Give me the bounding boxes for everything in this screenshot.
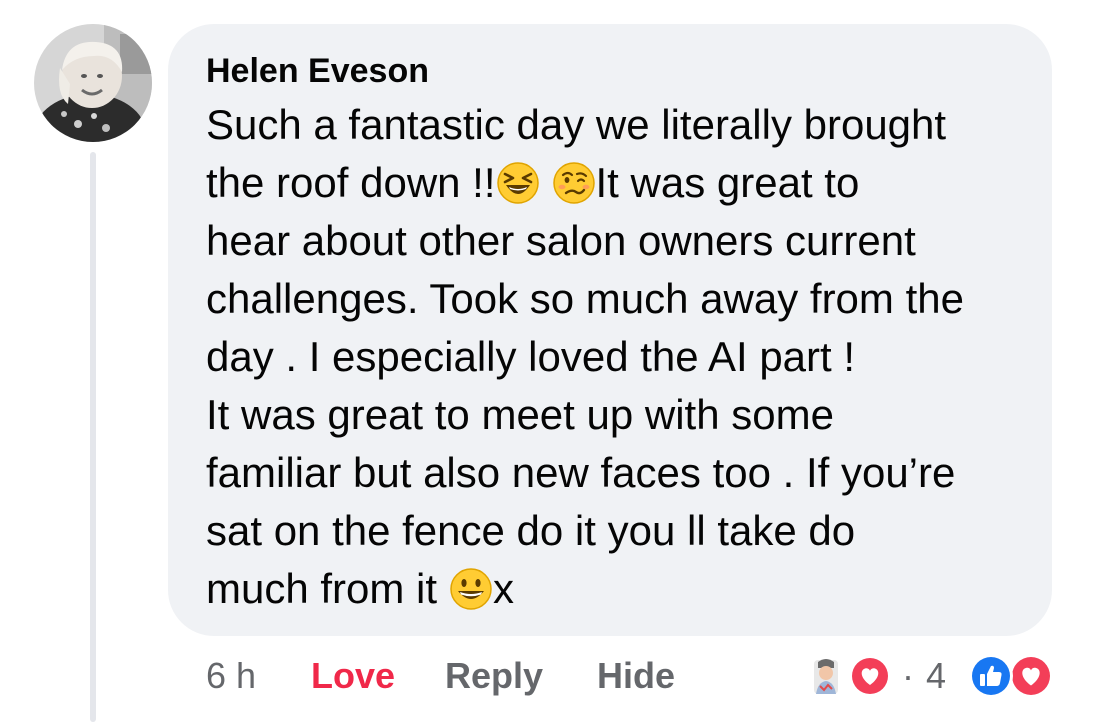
comment-line: challenges. Took so much away from the [206, 275, 964, 322]
commenter-avatar-image [34, 24, 152, 142]
reply-button[interactable]: Reply [445, 654, 543, 698]
thread-line [90, 152, 96, 722]
grinning-face-emoji-icon [449, 567, 493, 611]
hide-button[interactable]: Hide [597, 654, 675, 698]
love-reaction-icon [848, 654, 892, 698]
comment-timestamp[interactable]: 6 h [206, 654, 256, 698]
love-button[interactable]: Love [311, 654, 395, 698]
reaction-count[interactable]: 4 [926, 654, 946, 698]
reaction-separator: · [902, 655, 914, 696]
comment-line: sat on the fence do it you ll take do [206, 507, 856, 554]
commenter-avatar[interactable] [34, 24, 152, 142]
woozy-face-emoji-icon [552, 161, 596, 205]
reactor-avatar[interactable] [806, 656, 846, 696]
comment-line: It was great to meet up with some [206, 391, 834, 438]
comment-line: day . I especially loved the AI part ! [206, 333, 856, 380]
like-reaction-icon[interactable] [968, 653, 1014, 699]
comment-text: Such a fantastic day we literally brough… [206, 96, 1036, 618]
comment-line: hear about other salon owners current [206, 217, 916, 264]
comment-line: the roof down !! It was great to [206, 159, 860, 206]
comment-line: Such a fantastic day we literally brough… [206, 101, 947, 148]
comment-author[interactable]: Helen Eveson [206, 52, 429, 90]
comment-line: familiar but also new faces too . If you… [206, 449, 956, 496]
comment-line: much from it x [206, 565, 515, 612]
laughing-squint-emoji-icon [496, 161, 540, 205]
love-reaction-icon[interactable] [1008, 653, 1054, 699]
reactor-avatar-image [814, 659, 838, 694]
